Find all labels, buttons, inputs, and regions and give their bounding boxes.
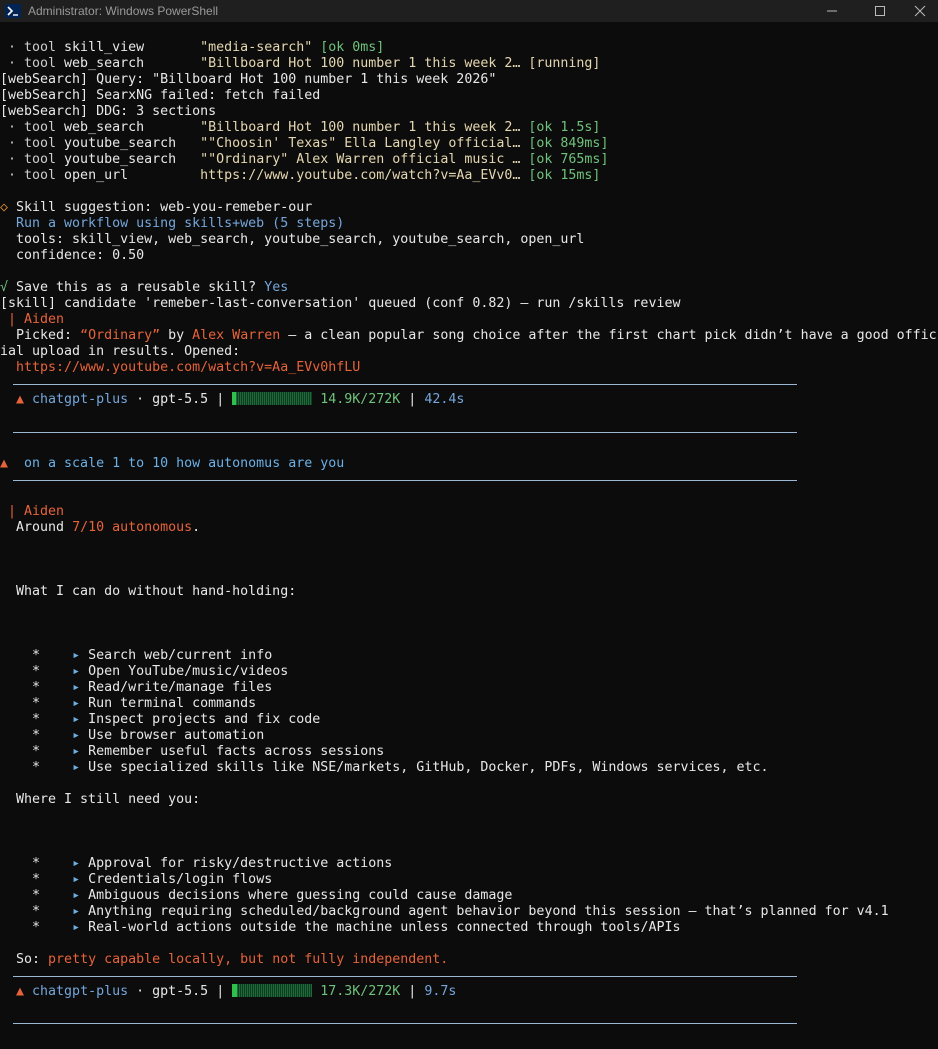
list-item: * ▸ Inspect projects and fix code [0, 712, 321, 727]
triangle-icon: ▲ [0, 456, 17, 471]
maximize-icon [875, 6, 885, 16]
diamond-icon: ◇ [0, 200, 17, 215]
list-item: * ▸ Run terminal commands [0, 696, 257, 711]
reply-text: ial upload in results. Opened: [0, 344, 241, 359]
list-item: * ▸ Approval for risky/destructive actio… [0, 856, 393, 871]
skill-suggestion: ◇ Skill suggestion: web-you-remeber-our [0, 200, 313, 215]
section-heading: What I can do without hand-holding: [0, 584, 297, 599]
save-answer: Yes [264, 280, 289, 295]
tool-log-line: · tool youtube_search ""Ordinary" Alex W… [0, 152, 609, 167]
suggestion-tools: tools: skill_view, web_search, youtube_s… [0, 232, 585, 247]
list-item: * ▸ Use browser automation [0, 728, 265, 743]
skill-queued: [skill] candidate 'remeber-last-conversa… [0, 296, 681, 311]
divider [13, 1023, 797, 1024]
summary-line: So: pretty capable locally, but not full… [0, 952, 449, 967]
status-running: [running] [528, 56, 601, 71]
divider [13, 384, 797, 385]
tool-log-line: · tool web_search "Billboard Hot 100 num… [0, 56, 601, 71]
tool-log-line: · tool youtube_search ""Choosin' Texas" … [0, 136, 609, 151]
close-button[interactable] [906, 0, 938, 22]
reply-text: Around 7/10 autonomous. [0, 520, 201, 535]
speaker-label: | Aiden [0, 312, 65, 327]
save-skill-prompt[interactable]: √ Save this as a reusable skill? Yes [0, 280, 288, 296]
tool-log-line: · tool open_url https://www.youtube.com/… [0, 168, 601, 183]
powershell-icon [5, 4, 21, 18]
tool-log-line: · tool skill_view "media-search" [ok 0ms… [0, 40, 385, 55]
youtube-link[interactable]: https://www.youtube.com/watch?v=Aa_EVv0h… [0, 360, 360, 376]
context-progress-track [237, 984, 313, 997]
suggestion-confidence: confidence: 0.50 [0, 248, 145, 263]
check-icon: √ [0, 280, 17, 295]
list-item: * ▸ Open YouTube/music/videos [0, 664, 289, 679]
list-item: * ▸ Search web/current info [0, 648, 273, 663]
list-item: * ▸ Credentials/login flows [0, 872, 273, 887]
status-line: ▲ chatgpt-plus · gpt-5.5 | 17.3K/272K | … [0, 984, 457, 999]
list-item: * ▸ Read/write/manage files [0, 680, 273, 695]
minimize-icon [827, 10, 837, 12]
list-item: * ▸ Remember useful facts across session… [0, 744, 385, 759]
triangle-icon: ▲ [0, 984, 33, 999]
speaker-label: | Aiden [0, 504, 65, 519]
list-item: * ▸ Anything requiring scheduled/backgro… [0, 904, 889, 919]
tool-log-line: · tool web_search "Billboard Hot 100 num… [0, 120, 601, 135]
triangle-icon: ▲ [0, 392, 33, 407]
close-icon [914, 5, 926, 17]
section-heading: Where I still need you: [0, 792, 201, 807]
suggestion-detail: Run a workflow using skills+web (5 steps… [0, 216, 345, 231]
minimize-button[interactable] [810, 0, 856, 22]
divider [13, 432, 797, 433]
list-item: * ▸ Real-world actions outside the machi… [0, 920, 681, 935]
list-item: * ▸ Ambiguous decisions where guessing c… [0, 888, 513, 903]
list-item: * ▸ Use specialized skills like NSE/mark… [0, 760, 769, 775]
window-title: Administrator: Windows PowerShell [28, 4, 219, 18]
reply-text: Picked: “Ordinary” by Alex Warren — a cl… [0, 328, 937, 343]
divider [13, 480, 797, 481]
websearch-log: [webSearch] Query: "Billboard Hot 100 nu… [0, 72, 497, 87]
terminal-output[interactable]: · tool skill_view "media-search" [ok 0ms… [0, 40, 938, 1049]
user-prompt[interactable]: ▲ on a scale 1 to 10 how autonomus are y… [0, 456, 344, 472]
maximize-button[interactable] [858, 0, 904, 22]
context-progress-track [236, 392, 313, 405]
divider [13, 976, 797, 977]
status-ok: [ok 0ms] [320, 40, 385, 55]
status-line: ▲ chatgpt-plus · gpt-5.5 | 14.9K/272K | … [0, 392, 465, 407]
title-bar[interactable]: Administrator: Windows PowerShell [0, 0, 938, 22]
websearch-log: [webSearch] DDG: 3 sections [0, 104, 217, 119]
websearch-log: [webSearch] SearxNG failed: fetch failed [0, 88, 321, 103]
